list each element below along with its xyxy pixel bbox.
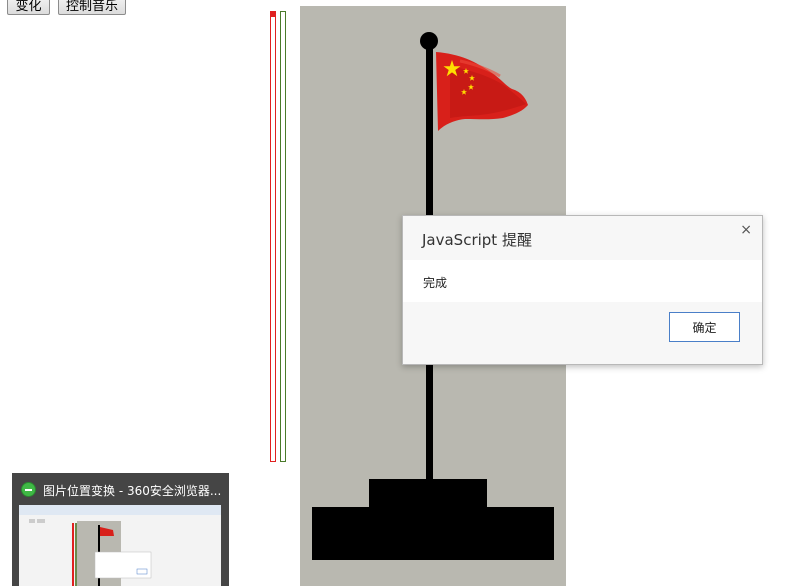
close-icon[interactable]: × — [740, 222, 752, 238]
thumbnail-preview — [19, 505, 221, 586]
thumbnail-preview-image — [19, 505, 221, 586]
javascript-alert-dialog: JavaScript 提醒 × 完成 确定 — [402, 215, 763, 365]
ok-button[interactable]: 确定 — [669, 312, 740, 342]
taskbar-window-thumbnail[interactable]: 图片位置变换 - 360安全浏览器... — [12, 473, 229, 586]
control-music-button[interactable]: 控制音乐 — [58, 0, 126, 15]
base-upper-tier — [369, 479, 487, 509]
360-browser-icon — [22, 483, 35, 496]
dialog-title: JavaScript 提醒 — [403, 216, 762, 260]
red-progress-bar — [270, 11, 276, 462]
dialog-message: 完成 — [423, 276, 448, 290]
dialog-footer: 确定 — [403, 302, 762, 364]
china-flag — [436, 52, 528, 131]
base-lower-tier — [312, 507, 554, 560]
red-progress-fill — [271, 12, 275, 17]
thumbnail-window-title: 图片位置变换 - 360安全浏览器... — [43, 484, 222, 498]
change-button[interactable]: 变化 — [7, 0, 50, 15]
green-progress-bar — [280, 11, 286, 462]
